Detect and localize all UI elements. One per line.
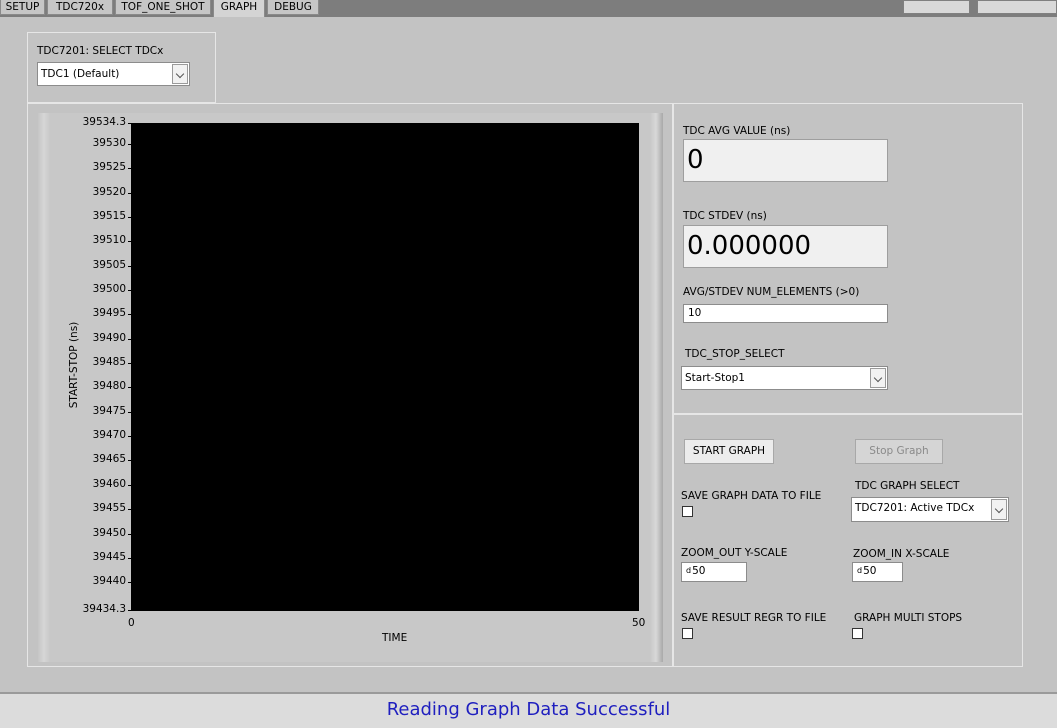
status-message: Reading Graph Data Successful: [386, 699, 671, 720]
tab-graph[interactable]: GRAPH: [213, 0, 265, 17]
avg-value-indicator: 0: [683, 139, 888, 182]
num-elements-label: AVG/STDEV NUM_ELEMENTS (>0): [683, 286, 860, 298]
graph-multi-label: GRAPH MULTI STOPS: [854, 612, 963, 624]
toolbar-button-1[interactable]: [903, 0, 970, 14]
tdc-select-value: TDC1 (Default): [41, 68, 120, 80]
x-axis-line: [131, 610, 639, 611]
zoom-out-input[interactable]: d50: [681, 562, 747, 582]
y-axis-label: START-STOP (ns): [68, 321, 80, 409]
y-tick-mark: [128, 168, 132, 169]
y-tick-label: 39450: [92, 526, 126, 539]
stop-graph-button[interactable]: Stop Graph: [855, 439, 943, 464]
save-graph-label: SAVE GRAPH DATA TO FILE: [681, 490, 822, 502]
y-tick-mark: [128, 534, 132, 535]
y-tick-label: 39455: [92, 502, 126, 515]
tab-tdc720x[interactable]: TDC720x: [47, 0, 113, 15]
avg-value-label: TDC AVG VALUE (ns): [683, 125, 791, 137]
y-tick-label: 39495: [92, 307, 126, 320]
numeric-prefix: d: [686, 566, 692, 575]
numeric-prefix: d: [857, 566, 863, 575]
y-tick-mark: [128, 509, 132, 510]
tdc-select-panel: TDC7201: SELECT TDCx TDC1 (Default): [27, 32, 216, 103]
y-tick-mark: [128, 193, 132, 194]
y-tick-label: 39525: [92, 161, 126, 174]
y-tick-label: 39460: [92, 477, 126, 490]
y-tick-mark: [128, 241, 132, 242]
tab-setup[interactable]: SETUP: [0, 0, 45, 15]
y-tick-label: 39520: [92, 185, 126, 198]
toolbar-button-2[interactable]: [977, 0, 1057, 14]
y-tick-label: 39490: [92, 331, 126, 344]
graph-multi-checkbox[interactable]: [852, 628, 863, 639]
tdc-select-dropdown[interactable]: TDC1 (Default): [37, 62, 190, 86]
stop-select-dropdown[interactable]: Start-Stop1: [681, 366, 888, 390]
tab-bar: SETUP TDC720x TOF_ONE_SHOT GRAPH DEBUG: [0, 0, 1057, 17]
y-tick-mark: [128, 144, 132, 145]
y-tick-label: 39470: [92, 429, 126, 442]
start-graph-button[interactable]: START GRAPH: [684, 439, 774, 464]
y-tick-label: 39515: [92, 209, 126, 222]
stop-select-label: TDC_STOP_SELECT: [685, 348, 785, 360]
zoom-in-label: ZOOM_IN X-SCALE: [853, 548, 950, 560]
y-axis-line: [131, 123, 132, 611]
save-graph-checkbox[interactable]: [682, 506, 693, 517]
tab-tof-one-shot[interactable]: TOF_ONE_SHOT: [115, 0, 211, 15]
y-tick-label: 39445: [92, 550, 126, 563]
stdev-label: TDC STDEV (ns): [683, 210, 767, 222]
y-tick-mark: [128, 610, 132, 611]
y-tick-mark: [128, 485, 132, 486]
y-tick-label: 39500: [92, 283, 126, 296]
stdev-indicator: 0.000000: [683, 225, 888, 268]
y-tick-mark: [128, 387, 132, 388]
y-tick-mark: [128, 558, 132, 559]
y-tick-mark: [128, 339, 132, 340]
x-tick-label-max: 50: [632, 617, 646, 629]
zoom-out-label: ZOOM_OUT Y-SCALE: [681, 547, 788, 559]
y-tick-label: 39505: [92, 258, 126, 271]
y-tick-mark: [128, 460, 132, 461]
y-tick-label: 39510: [92, 234, 126, 247]
y-tick-mark: [128, 123, 132, 124]
zoom-in-value: 50: [863, 565, 877, 577]
y-tick-mark: [128, 314, 132, 315]
y-tick-mark: [128, 266, 132, 267]
tdc-select-label: TDC7201: SELECT TDCx: [37, 45, 164, 57]
y-tick-label: 39485: [92, 356, 126, 369]
y-tick-mark: [128, 290, 132, 291]
x-axis-label: TIME: [382, 632, 408, 644]
plot-area[interactable]: [132, 123, 639, 610]
y-tick-mark: [128, 412, 132, 413]
graph-select-dropdown[interactable]: TDC7201: Active TDCx: [851, 497, 1009, 522]
y-tick-label: 39475: [92, 404, 126, 417]
y-tick-mark: [128, 363, 132, 364]
graph-select-label: TDC GRAPH SELECT: [855, 480, 960, 492]
y-tick-label: 39440: [92, 575, 126, 588]
zoom-out-value: 50: [692, 565, 706, 577]
y-tick-mark: [128, 217, 132, 218]
y-tick-mark: [128, 582, 132, 583]
stop-select-value: Start-Stop1: [685, 372, 745, 384]
chevron-down-icon[interactable]: [991, 499, 1007, 520]
graph-select-value: TDC7201: Active TDCx: [855, 502, 975, 514]
x-tick-label-min: 0: [128, 617, 135, 629]
save-result-checkbox[interactable]: [682, 628, 693, 639]
save-result-label: SAVE RESULT REGR TO FILE: [681, 612, 827, 624]
y-tick-label: 39480: [92, 380, 126, 393]
tab-debug[interactable]: DEBUG: [267, 0, 319, 15]
y-tick-label: 39465: [92, 453, 126, 466]
num-elements-input[interactable]: 10: [683, 304, 888, 323]
y-tick-label: 39534.3: [82, 116, 126, 128]
chevron-down-icon[interactable]: [172, 64, 188, 84]
y-tick-label: 39530: [92, 136, 126, 149]
y-tick-mark: [128, 436, 132, 437]
chevron-down-icon[interactable]: [870, 368, 886, 388]
y-tick-label: 39434.3: [82, 603, 126, 615]
zoom-in-input[interactable]: d50: [852, 562, 903, 582]
status-bar: Reading Graph Data Successful: [0, 692, 1057, 728]
